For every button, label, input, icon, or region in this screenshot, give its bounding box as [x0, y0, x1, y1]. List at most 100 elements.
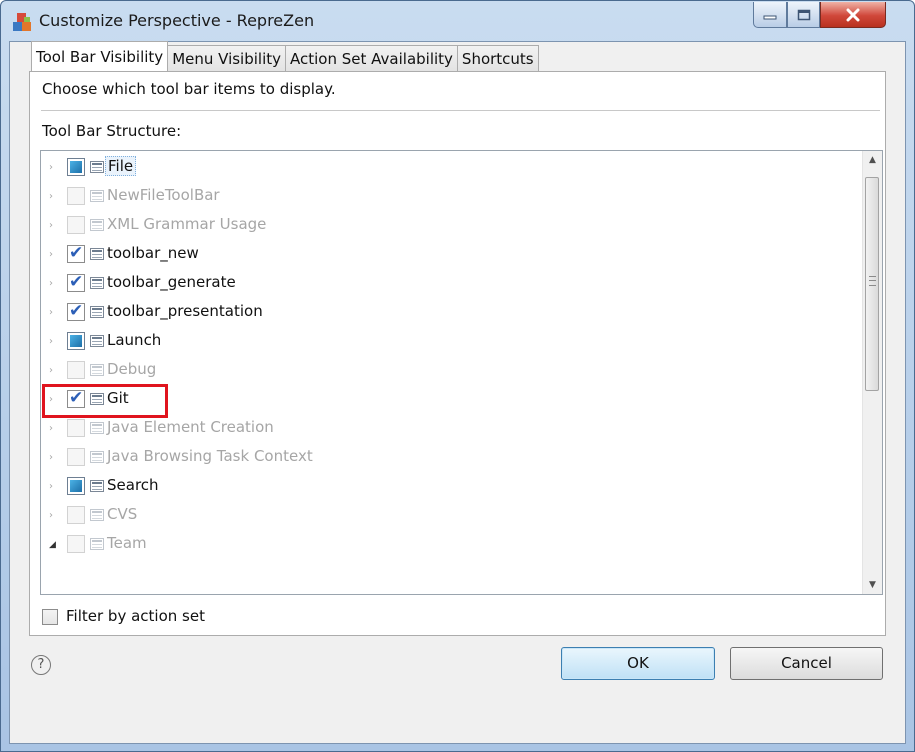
tree-item-label: Debug [107, 360, 157, 378]
expand-arrow-icon[interactable]: › [49, 365, 53, 376]
tree-item-debug[interactable]: › Debug [41, 356, 853, 385]
git-highlight-box [42, 384, 168, 418]
minimize-button[interactable] [753, 2, 787, 28]
tab-menu-visibility[interactable]: Menu Visibility [167, 45, 287, 71]
tree-checkbox[interactable] [67, 243, 85, 263]
tree-item-toolbar-generate[interactable]: › toolbar_generate [41, 269, 853, 298]
tree-item-file[interactable]: › File [41, 153, 853, 182]
tree-item-launch[interactable]: › Launch [41, 327, 853, 356]
tree-checkbox[interactable] [67, 332, 85, 350]
tree-item-label: toolbar_generate [107, 273, 236, 291]
tree-item-label: File [105, 156, 137, 176]
tree-item-java-browsing-task-context[interactable]: › Java Browsing Task Context [41, 443, 853, 472]
toolbar-icon [90, 509, 104, 521]
tool-bar-structure-label: Tool Bar Structure: [42, 122, 182, 140]
toolbar-icon [90, 190, 104, 202]
help-icon[interactable]: ? [31, 655, 51, 675]
tree-checkbox[interactable] [67, 272, 85, 292]
tree-item-team[interactable]: ◢ Team [41, 530, 853, 559]
tab-action-set-availability[interactable]: Action Set Availability [285, 45, 458, 71]
title-bar[interactable]: Customize Perspective - RepreZen [1, 1, 914, 41]
toolbar-icon [90, 306, 104, 318]
tab-label: Shortcuts [461, 50, 534, 68]
cancel-button[interactable]: Cancel [730, 647, 883, 680]
tree-item-label: NewFileToolBar [107, 186, 220, 204]
window-title: Customize Perspective - RepreZen [39, 11, 315, 30]
toolbar-icon [90, 422, 104, 434]
tree-item-label: Search [107, 476, 159, 494]
tree-item-label: Team [107, 534, 147, 552]
tree-checkbox [67, 535, 85, 553]
tree-vertical-scrollbar[interactable]: ▲ ▼ [862, 151, 882, 594]
filter-by-action-set-checkbox[interactable] [42, 609, 58, 625]
toolbar-icon [90, 335, 104, 347]
tree-checkbox [67, 361, 85, 379]
toolbar-icon [90, 480, 104, 492]
reprezen-app-icon [13, 13, 31, 31]
tab-strip: Tool Bar Visibility Menu Visibility Acti… [31, 41, 539, 71]
tree-checkbox[interactable] [67, 477, 85, 495]
tab-shortcuts[interactable]: Shortcuts [456, 45, 539, 71]
tree-checkbox [67, 419, 85, 437]
scrollbar-thumb[interactable] [865, 177, 879, 391]
tree-item-label: Java Browsing Task Context [107, 447, 313, 465]
toolbar-icon [90, 161, 104, 173]
grip-icon [869, 276, 876, 286]
tree-item-java-element-creation[interactable]: › Java Element Creation [41, 414, 853, 443]
separator [41, 110, 880, 111]
tree-checkbox[interactable] [67, 301, 85, 321]
tree-item-search[interactable]: › Search [41, 472, 853, 501]
tree-item-xml-grammar-usage[interactable]: › XML Grammar Usage [41, 211, 853, 240]
expand-arrow-icon[interactable]: › [49, 307, 53, 318]
close-icon [846, 8, 860, 21]
toolbar-icon [90, 364, 104, 376]
expand-arrow-icon[interactable]: › [49, 191, 53, 202]
tab-label: Tool Bar Visibility [36, 48, 164, 66]
toolbar-icon [90, 538, 104, 550]
expand-arrow-icon[interactable]: › [49, 336, 53, 347]
toolbar-icon [90, 248, 104, 260]
toolbar-icon [90, 219, 104, 231]
toolbar-icon [90, 277, 104, 289]
tree-checkbox [67, 187, 85, 205]
scroll-down-arrow-icon[interactable]: ▼ [863, 576, 882, 594]
tree-checkbox [67, 506, 85, 524]
expand-arrow-icon[interactable]: › [49, 162, 53, 173]
tab-label: Action Set Availability [290, 50, 453, 68]
panel-description: Choose which tool bar items to display. [42, 80, 336, 98]
tree-checkbox [67, 216, 85, 234]
filter-by-action-set-label[interactable]: Filter by action set [66, 607, 205, 625]
ok-button[interactable]: OK [561, 647, 715, 680]
expand-arrow-icon[interactable]: › [49, 220, 53, 231]
tab-label: Menu Visibility [172, 50, 282, 68]
tree-item-cvs[interactable]: › CVS [41, 501, 853, 530]
tree-item-label: toolbar_new [107, 244, 199, 262]
tree-item-label: toolbar_presentation [107, 302, 263, 320]
expand-arrow-icon[interactable]: › [49, 481, 53, 492]
expand-arrow-icon[interactable]: › [49, 249, 53, 260]
close-button[interactable] [820, 2, 886, 28]
tree-item-label: Java Element Creation [107, 418, 274, 436]
collapse-arrow-icon[interactable]: ◢ [49, 540, 56, 550]
tree-item-toolbar-new[interactable]: › toolbar_new [41, 240, 853, 269]
expand-arrow-icon[interactable]: › [49, 423, 53, 434]
minimize-icon [763, 15, 777, 19]
scroll-up-arrow-icon[interactable]: ▲ [863, 151, 882, 169]
maximize-icon [797, 9, 810, 20]
toolbar-icon [90, 451, 104, 463]
tree-checkbox[interactable] [67, 158, 85, 176]
tree-item-label: XML Grammar Usage [107, 215, 267, 233]
expand-arrow-icon[interactable]: › [49, 278, 53, 289]
tree-checkbox [67, 448, 85, 466]
tree-item-label: Launch [107, 331, 162, 349]
tool-bar-structure-tree[interactable]: › File › NewFileToolBar › XML Grammar Us… [40, 150, 883, 595]
expand-arrow-icon[interactable]: › [49, 452, 53, 463]
tab-tool-bar-visibility[interactable]: Tool Bar Visibility [31, 41, 169, 71]
tree-item-toolbar-presentation[interactable]: › toolbar_presentation [41, 298, 853, 327]
expand-arrow-icon[interactable]: › [49, 510, 53, 521]
tool-bar-visibility-panel: Choose which tool bar items to display. … [29, 71, 886, 636]
maximize-button[interactable] [787, 2, 820, 28]
customize-perspective-window: Customize Perspective - RepreZen Tool Ba… [0, 0, 915, 752]
tree-item-label: CVS [107, 505, 138, 523]
tree-item-newfiletoolbar[interactable]: › NewFileToolBar [41, 182, 853, 211]
